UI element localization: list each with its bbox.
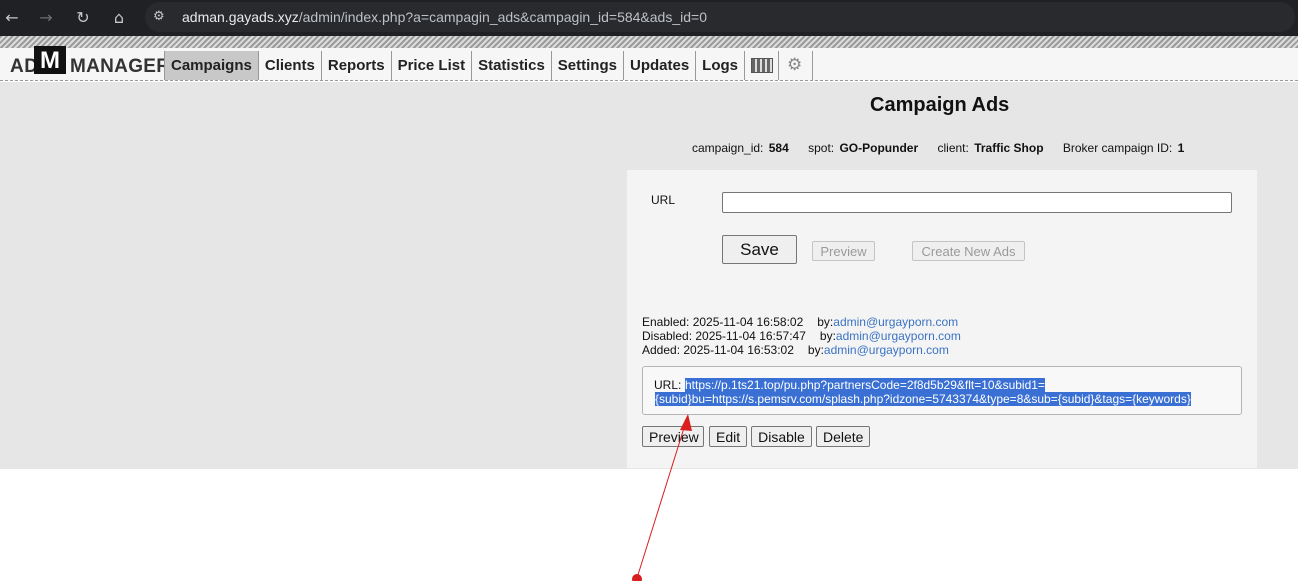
client-value: Traffic Shop [974,141,1044,155]
back-arrow-icon[interactable]: ← [0,6,24,30]
reload-icon[interactable]: ↻ [71,6,95,30]
url-path: /admin/index.php?a=campagin_ads&campagin… [298,9,707,25]
search-gear-icon[interactable]: ⚙ [778,51,812,80]
annotation-dot [632,574,642,581]
ad-url-text-line1[interactable]: https://p.1ts21.top/pu.php?partnersCode=… [685,378,1045,392]
site-settings-icon[interactable]: ⚙ [153,9,169,25]
ad-url-text-line2[interactable]: {subid}bu=https://s.pemsrv.com/splash.ph… [655,392,1191,406]
url-input[interactable] [722,192,1232,213]
ad-delete-button[interactable]: Delete [816,426,870,447]
campaign-info: campaign_id: 584 spot: GO-Popunder clien… [692,141,1200,155]
log-added-text: Added: 2025-11-04 16:53:02 [642,343,794,357]
browser-toolbar: ← → ↻ ⌂ ⚙ adman.gayads.xyz/admin/index.p… [0,0,1298,36]
app-header: AD M MANAGER Campaigns Clients Reports P… [0,46,1298,81]
logo-part-manager: MANAGER [70,56,171,77]
log-added-user-link[interactable]: admin@urgayporn.com [824,343,949,357]
page-title: Campaign Ads [870,94,1010,116]
admanager-logo[interactable]: AD M MANAGER [10,46,170,81]
log-enabled: Enabled: 2025-11-04 16:58:02 by:admin@urg… [642,315,958,329]
menu-item-statistics[interactable]: Statistics [471,51,551,80]
log-disabled-text: Disabled: 2025-11-04 16:57:47 [642,329,806,343]
preview-button[interactable]: Preview [812,241,875,261]
calculator-icon[interactable] [744,51,778,80]
menu-item-price-list[interactable]: Price List [390,51,472,80]
spot-value: GO-Popunder [839,141,919,155]
campaign-id-value: 584 [768,141,789,155]
save-button[interactable]: Save [722,235,797,264]
ad-form-panel: URL Save Preview Create New Ads Enabled:… [627,170,1257,468]
campaign-id-label: campaign_id: [692,141,764,155]
log-enabled-text: Enabled: 2025-11-04 16:58:02 [642,315,804,329]
menu-item-updates[interactable]: Updates [622,51,696,80]
log-enabled-user-link[interactable]: admin@urgayporn.com [833,315,958,329]
address-url[interactable]: adman.gayads.xyz/admin/index.php?a=campa… [182,9,707,25]
log-enabled-by: by: [817,315,834,329]
log-disabled-by: by: [819,329,836,343]
ad-url-label: URL: [654,378,682,392]
forward-arrow-icon[interactable]: → [34,6,58,30]
ad-preview-button[interactable]: Preview [642,426,704,447]
url-label: URL [651,193,676,207]
log-added-by: by: [807,343,824,357]
create-new-ads-button[interactable]: Create New Ads [912,241,1025,261]
log-disabled-user-link[interactable]: admin@urgayporn.com [836,329,961,343]
main-menu: Campaigns Clients Reports Price List Sta… [164,51,814,80]
menu-item-logs[interactable]: Logs [695,51,745,80]
broker-value: 1 [1177,141,1185,155]
menu-item-reports[interactable]: Reports [320,51,391,80]
log-disabled: Disabled: 2025-11-04 16:57:47 by:admin@ur… [642,329,961,343]
client-label: client: [937,141,969,155]
ad-url-box: URL: https://p.1ts21.top/pu.php?partners… [642,366,1242,415]
menu-item-campaigns[interactable]: Campaigns [164,51,258,80]
log-added: Added: 2025-11-04 16:53:02 by:admin@urgay… [642,343,949,357]
broker-label: Broker campaign ID: [1062,141,1173,155]
address-bar[interactable]: ⚙ adman.gayads.xyz/admin/index.php?a=cam… [145,2,1295,32]
home-icon[interactable]: ⌂ [107,6,131,30]
ad-edit-button[interactable]: Edit [709,426,747,447]
viewport: ← → ↻ ⌂ ⚙ adman.gayads.xyz/admin/index.p… [0,0,1298,581]
spot-label: spot: [808,141,835,155]
url-host: adman.gayads.xyz [182,9,299,25]
header-stripe [0,36,1298,48]
ad-disable-button[interactable]: Disable [751,426,812,447]
logo-part-m: M [34,46,66,74]
menu-item-settings[interactable]: Settings [550,51,623,80]
menu-end-divider [812,51,814,80]
menu-item-clients[interactable]: Clients [257,51,321,80]
